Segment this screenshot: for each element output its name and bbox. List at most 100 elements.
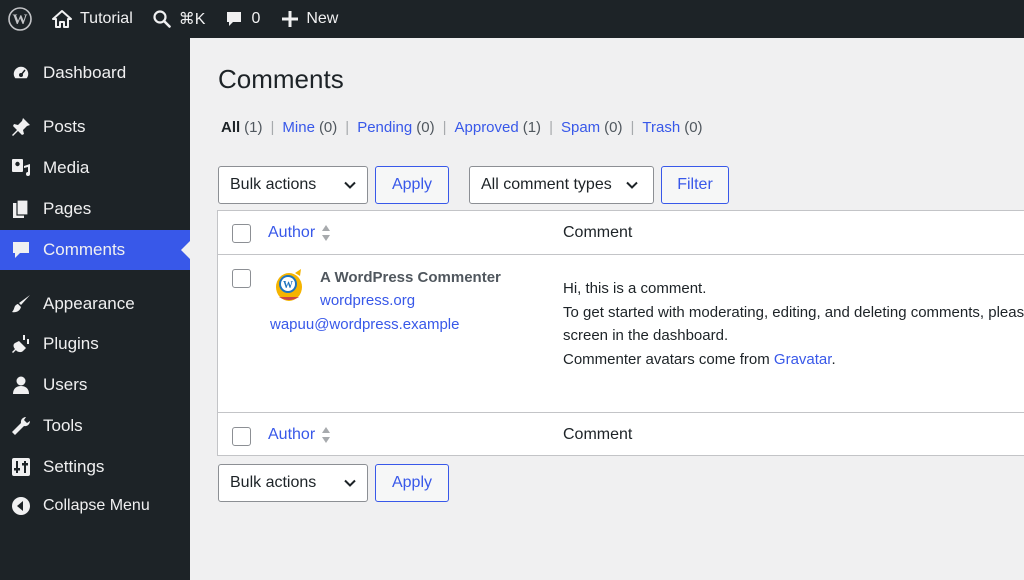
chevron-down-icon [344, 181, 356, 189]
comment-bubble-icon [227, 12, 242, 26]
user-icon [11, 375, 31, 395]
author-name: A WordPress Commenter [320, 269, 501, 286]
filter-pending[interactable]: Pending [357, 119, 412, 136]
menu-label-tools: Tools [43, 416, 83, 435]
comment-status-filters: All (1) | Mine (0) | Pending (0) | Appro… [221, 119, 703, 136]
comments-table: Author Comment W A WordPress Commenter w… [217, 210, 1024, 456]
separator: | [442, 119, 447, 136]
comment-icon [11, 240, 31, 260]
menu-item-comments[interactable]: Comments [0, 230, 190, 270]
chevron-down-icon [626, 181, 638, 189]
author-column-sort[interactable]: Author [268, 224, 331, 242]
menu-label-media: Media [43, 158, 90, 177]
menu-item-users[interactable]: Users [0, 365, 190, 405]
comment-types-label: All comment types [481, 176, 612, 193]
comment-line-text: Commenter avatars come from [563, 350, 770, 368]
bulk-actions-label: Bulk actions [230, 176, 317, 193]
apply-button-bottom[interactable]: Apply [375, 464, 449, 502]
filter-mine-count: (0) [318, 119, 338, 136]
filter-mine[interactable]: Mine [282, 119, 315, 136]
admin-bar-new[interactable]: New [282, 0, 338, 38]
filter-trash-count: (0) [684, 119, 703, 136]
wapuu-avatar: W [276, 269, 302, 301]
admin-bar-comments[interactable]: 0 [225, 0, 260, 38]
wordpress-logo-menu[interactable]: W [0, 0, 40, 38]
chevron-down-icon [344, 479, 356, 487]
menu-item-pages[interactable]: Pages [0, 189, 190, 229]
filter-trash[interactable]: Trash [642, 119, 680, 136]
comment-line-end: . [831, 350, 836, 368]
filter-all[interactable]: All [221, 119, 240, 136]
comment-types-select[interactable]: All comment types [469, 166, 654, 204]
separator: | [549, 119, 553, 136]
plugin-icon [11, 334, 31, 354]
select-all-checkbox[interactable] [232, 224, 251, 243]
menu-label-plugins: Plugins [43, 334, 99, 353]
site-name-link[interactable]: Tutorial [52, 0, 133, 38]
table-header: Author Comment [218, 211, 1024, 255]
menu-item-posts[interactable]: Posts [0, 107, 190, 147]
menu-item-media[interactable]: Media [0, 148, 190, 188]
brush-icon [11, 294, 31, 314]
menu-item-dashboard[interactable]: Dashboard [0, 53, 190, 93]
dashboard-icon [11, 63, 31, 83]
filter-pending-count: (0) [416, 119, 435, 136]
menu-label-appearance: Appearance [43, 294, 135, 313]
comments-count: 0 [251, 10, 261, 27]
gravatar-link[interactable]: Gravatar [774, 351, 832, 368]
filter-spam[interactable]: Spam [561, 119, 600, 136]
apply-button-top[interactable]: Apply [375, 166, 449, 204]
filter-button[interactable]: Filter [661, 166, 729, 204]
collapse-icon [11, 496, 31, 516]
bulk-actions-select-bottom[interactable]: Bulk actions [218, 464, 368, 502]
menu-label-collapse: Collapse Menu [43, 497, 150, 514]
comment-line: Commenter avatars come from Gravatar. [563, 348, 1024, 372]
filter-spam-count: (0) [604, 119, 623, 136]
author-column-sort-bottom[interactable]: Author [268, 426, 331, 444]
author-column-label: Author [268, 425, 316, 443]
admin-sidebar: Dashboard Posts Media Pages Comments App… [0, 38, 190, 580]
main-content: Comments All (1) | Mine (0) | Pending (0… [190, 38, 1024, 580]
bulk-actions-label: Bulk actions [230, 474, 317, 491]
author-email-link[interactable]: wapuu@wordpress.example [270, 316, 460, 333]
comment-line: Hi, this is a comment. [563, 280, 707, 297]
site-name: Tutorial [80, 10, 133, 27]
select-all-checkbox-bottom[interactable] [232, 427, 251, 446]
collapse-menu-button[interactable]: Collapse Menu [0, 486, 190, 526]
row-checkbox[interactable] [232, 269, 251, 288]
separator: | [270, 119, 275, 136]
svg-text:W: W [13, 12, 28, 28]
svg-text:W: W [283, 280, 293, 291]
plus-icon [282, 11, 299, 27]
table-footer: Author Comment [218, 412, 1024, 456]
wrench-icon [11, 416, 31, 436]
comment-body: Hi, this is a comment. To get started wi… [563, 277, 1024, 371]
wordpress-logo-icon: W [8, 7, 32, 31]
menu-item-settings[interactable]: Settings [0, 447, 190, 487]
table-row: W A WordPress Commenter wordpress.org wa… [218, 255, 1024, 412]
menu-label-posts: Posts [43, 117, 86, 136]
menu-label-settings: Settings [43, 457, 105, 476]
menu-label-pages: Pages [43, 199, 92, 218]
pin-icon [11, 117, 31, 137]
menu-label-users: Users [43, 375, 88, 394]
filter-approved[interactable]: Approved [455, 119, 519, 136]
author-url-link[interactable]: wordpress.org [320, 292, 415, 309]
home-icon [52, 10, 72, 28]
comment-column-label: Comment [563, 425, 633, 443]
media-icon [11, 158, 31, 178]
menu-item-tools[interactable]: Tools [0, 406, 190, 446]
menu-label-dashboard: Dashboard [43, 63, 127, 82]
comment-line: To get started with moderating, editing,… [563, 303, 1024, 321]
bulk-actions-select-top[interactable]: Bulk actions [218, 166, 368, 204]
menu-item-appearance[interactable]: Appearance [0, 284, 190, 324]
sort-icon [322, 224, 331, 241]
command-palette-button[interactable]: ⌘K [153, 0, 205, 38]
menu-item-plugins[interactable]: Plugins [0, 324, 190, 364]
page-title: Comments [218, 64, 344, 94]
admin-bar: W Tutorial ⌘K 0 New [0, 0, 1024, 38]
comment-column-label: Comment [563, 223, 633, 241]
filter-all-count: (1) [244, 119, 263, 136]
menu-label-comments: Comments [43, 240, 126, 259]
pages-icon [11, 199, 31, 219]
